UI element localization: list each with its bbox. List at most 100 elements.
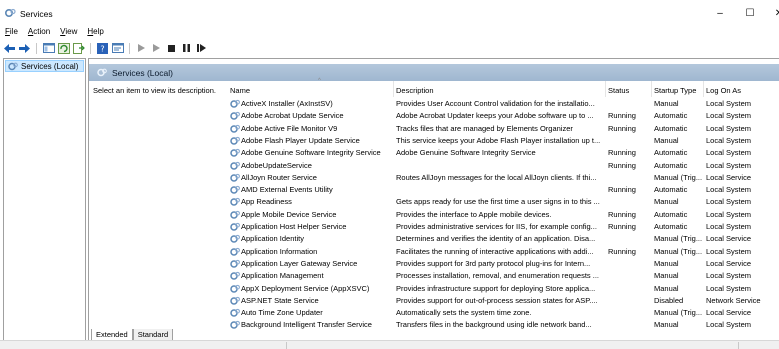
service-row[interactable]: Application Layer Gateway Service Provide…: [89, 258, 779, 270]
service-description: Provides support for out-of-process sess…: [396, 295, 598, 305]
menu-help[interactable]: Help: [82, 26, 108, 39]
service-row[interactable]: AllJoyn Router Service Routes AllJoyn mes…: [89, 172, 779, 184]
column-divider[interactable]: [393, 81, 394, 97]
properties-icon[interactable]: [111, 42, 124, 55]
service-status: Running: [608, 160, 636, 170]
service-name: AppX Deployment Service (AppXSVC): [241, 283, 370, 293]
service-name: Adobe Genuine Software Integrity Service: [241, 148, 381, 158]
service-gear-icon: [230, 210, 240, 219]
forward-arrow-icon[interactable]: [18, 42, 31, 55]
service-gear-icon: [230, 235, 240, 244]
service-row[interactable]: Application Management Processes installa…: [89, 270, 779, 282]
pause-service-icon[interactable]: [180, 42, 193, 55]
column-header-description[interactable]: Description: [396, 86, 434, 96]
service-row[interactable]: ActiveX Installer (AxInstSV) Provides Use…: [89, 98, 779, 110]
service-row[interactable]: Adobe Genuine Software Integrity Service…: [89, 147, 779, 159]
service-row[interactable]: AdobeUpdateService Running Automatic Local …: [89, 160, 779, 172]
service-row[interactable]: Apple Mobile Device Service Provides the …: [89, 209, 779, 221]
service-row[interactable]: Adobe Acrobat Update Service Adobe Acroba…: [89, 110, 779, 122]
restart-service-icon[interactable]: [195, 42, 208, 55]
service-row[interactable]: Adobe Flash Player Update Service This se…: [89, 135, 779, 147]
service-description: Adobe Genuine Software Integrity Service: [396, 148, 536, 158]
service-status: Running: [608, 185, 636, 195]
service-name: AMD External Events Utility: [241, 185, 333, 195]
service-row[interactable]: Background Intelligent Transfer Service T…: [89, 319, 779, 331]
service-gear-icon: [230, 247, 240, 256]
details-pane: Services (Local) Select an item to view …: [88, 58, 779, 349]
column-header-status[interactable]: Status: [608, 86, 629, 96]
service-log-on-as: Local Service: [706, 308, 752, 318]
service-log-on-as: Local System: [706, 271, 752, 281]
service-status: Running: [608, 222, 636, 231]
pane-header: Services (Local): [89, 64, 779, 81]
service-status: Running: [608, 246, 636, 256]
service-gear-icon: [230, 136, 240, 145]
menu-view[interactable]: View: [55, 26, 82, 39]
service-startup-type: Automatic: [654, 111, 688, 121]
start-service-alt-icon[interactable]: [150, 42, 163, 55]
service-log-on-as: Local System: [706, 185, 752, 195]
service-row[interactable]: Auto Time Zone Updater Automatically sets…: [89, 307, 779, 319]
service-row[interactable]: Adobe Active File Monitor V9 Tracks files…: [89, 123, 779, 135]
column-header-name[interactable]: Name: [230, 86, 250, 96]
stop-service-icon[interactable]: [165, 42, 178, 55]
column-header-log-on-as[interactable]: Log On As: [706, 86, 741, 96]
service-log-on-as: Local Service: [706, 172, 752, 182]
service-startup-type: Disabled: [654, 295, 684, 305]
service-startup-type: Automatic: [654, 185, 688, 195]
service-name: Application Layer Gateway Service: [241, 258, 358, 268]
status-bar-divider: [286, 342, 287, 349]
toolbar-separator: [36, 42, 37, 54]
column-header-startup-type[interactable]: Startup Type: [654, 86, 696, 96]
menu-file[interactable]: File: [0, 26, 23, 39]
service-description: Automatically sets the system time zone.: [396, 308, 532, 318]
toolbar-separator: [90, 42, 91, 54]
service-startup-type: Manual (Trig...: [654, 172, 703, 182]
service-gear-icon: [230, 284, 240, 293]
service-name: Application Management: [241, 271, 324, 281]
service-gear-icon: [230, 222, 240, 231]
start-service-icon[interactable]: [135, 42, 148, 55]
refresh-icon[interactable]: [57, 42, 70, 55]
service-gear-icon: [230, 198, 240, 207]
service-gear-icon: [230, 272, 240, 280]
service-log-on-as: Local System: [706, 197, 752, 207]
service-row[interactable]: AppX Deployment Service (AppXSVC) Provide…: [89, 283, 779, 295]
back-arrow-icon[interactable]: [3, 42, 16, 55]
service-name: Adobe Flash Player Update Service: [241, 135, 360, 145]
service-row[interactable]: App Readiness Gets apps ready for use the…: [89, 196, 779, 208]
service-gear-icon: [230, 296, 240, 305]
column-divider[interactable]: [651, 81, 652, 97]
service-description: Tracks files that are managed by Element…: [396, 123, 573, 133]
minimize-button[interactable]: –: [705, 4, 735, 22]
menu-action[interactable]: Action: [23, 26, 55, 39]
service-name: Application Identity: [241, 234, 304, 244]
service-name: AllJoyn Router Service: [241, 172, 317, 182]
service-row[interactable]: Application Host Helper Service Provides …: [89, 221, 779, 233]
service-log-on-as: Local System: [706, 283, 752, 293]
service-gear-icon: [230, 124, 240, 133]
service-gear-icon: [230, 112, 240, 121]
help-icon[interactable]: ?: [96, 42, 109, 55]
console-tree-icon[interactable]: [42, 42, 55, 55]
service-row[interactable]: Application Identity Determines and verif…: [89, 233, 779, 245]
close-button[interactable]: ✕: [764, 4, 779, 22]
maximize-button[interactable]: ☐: [735, 4, 765, 22]
services-window: Services – ☐ ✕ File Action View Help ? S…: [0, 0, 779, 349]
service-description: Provides infrastructure support for depl…: [396, 283, 596, 293]
status-bar-divider: [738, 342, 739, 349]
service-log-on-as: Local System: [706, 135, 752, 145]
tree-item-services-local[interactable]: Services (Local): [5, 60, 84, 72]
service-row[interactable]: ASP.NET State Service Provides support fo…: [89, 295, 779, 307]
service-gear-icon: [230, 308, 240, 317]
service-startup-type: Automatic: [654, 123, 688, 133]
service-description: Routes AllJoyn messages for the local Al…: [396, 172, 597, 182]
service-row[interactable]: Application Information Facilitates the r…: [89, 246, 779, 258]
service-log-on-as: Network Service: [706, 295, 761, 305]
column-divider[interactable]: [605, 81, 606, 97]
service-log-on-as: Local Service: [706, 234, 752, 244]
export-list-icon[interactable]: [72, 42, 85, 55]
service-row[interactable]: AMD External Events Utility Running Automa…: [89, 184, 779, 196]
service-log-on-as: Local System: [706, 160, 752, 170]
column-divider[interactable]: [703, 81, 704, 97]
